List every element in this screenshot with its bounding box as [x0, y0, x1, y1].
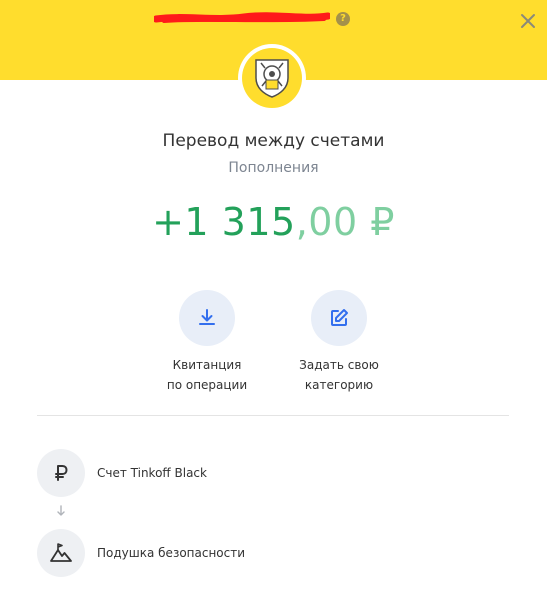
download-icon: [199, 309, 215, 325]
close-button[interactable]: [514, 7, 542, 35]
question-circle-icon[interactable]: ?: [336, 12, 350, 26]
receipt-label: Квитанция по операции: [166, 358, 248, 392]
category-label: Задать свою категорию: [299, 358, 379, 392]
source-account-icon-circle: [37, 449, 85, 497]
arrow-down-icon: [57, 505, 65, 516]
category-icon-circle: [311, 290, 367, 346]
receipt-button[interactable]: Квитанция по операции: [137, 290, 277, 395]
edit-icon: [331, 309, 348, 326]
receipt-icon-circle: [179, 290, 235, 346]
operation-title: Перевод между счетами: [162, 131, 385, 151]
divider: [37, 415, 509, 416]
bank-logo: [238, 44, 306, 112]
target-account[interactable]: Подушка безопасности: [37, 529, 337, 577]
source-account-label: Счет Tinkoff Black: [97, 466, 207, 480]
redacted-scribble: [154, 12, 330, 23]
target-account-label: Подушка безопасности: [97, 546, 246, 560]
target-account-icon-circle: [37, 529, 85, 577]
source-account[interactable]: Счет Tinkoff Black: [37, 449, 337, 497]
operation-amount: +1 315,00 ₽: [0, 200, 547, 244]
operation-category: Пополнения: [228, 160, 319, 176]
tinkoff-emblem-icon: [255, 59, 289, 98]
amount-fraction: ,00 ₽: [295, 200, 395, 244]
close-icon: [521, 14, 535, 28]
ruble-icon: [55, 465, 68, 481]
set-category-button[interactable]: Задать свою категорию: [269, 290, 409, 395]
mountain-flag-icon: [50, 543, 72, 562]
amount-main: +1 315: [152, 200, 296, 244]
